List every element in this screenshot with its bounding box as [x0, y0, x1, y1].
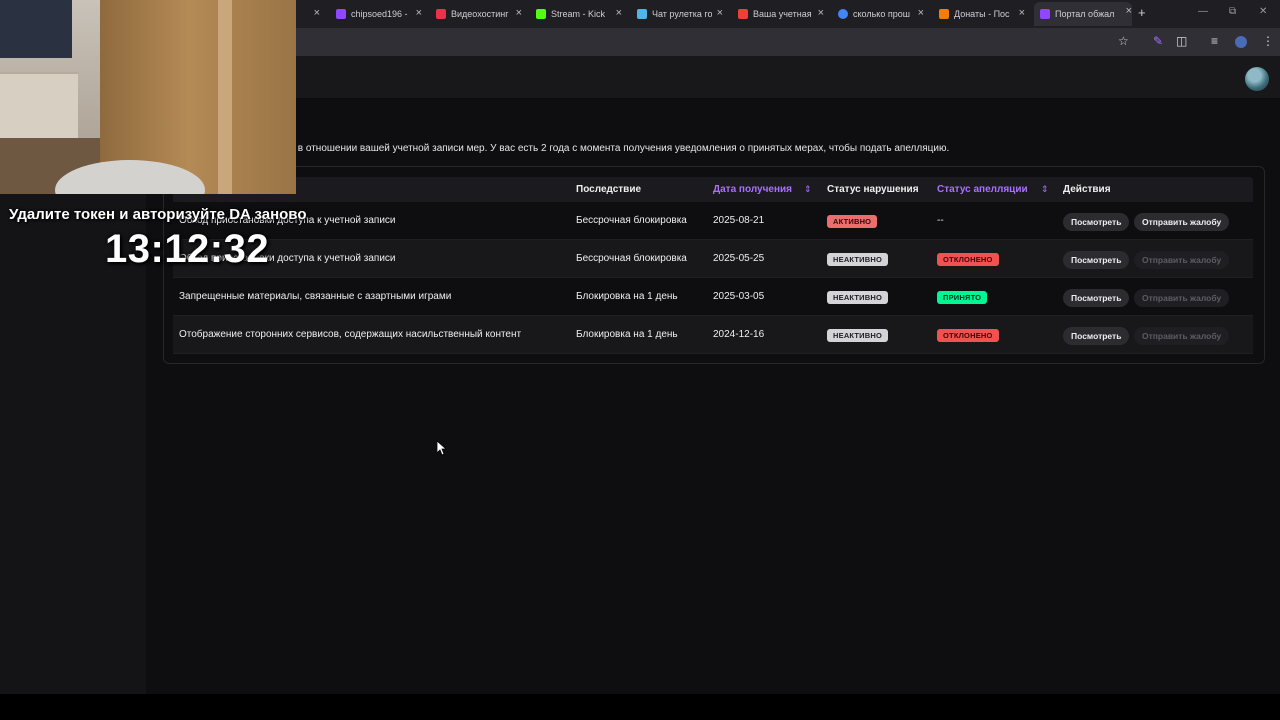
webcam-tv [0, 0, 72, 58]
close-icon[interactable]: × [918, 7, 924, 19]
view-button[interactable]: Посмотреть [1063, 251, 1130, 269]
tab-label: chipsoed196 - [351, 9, 408, 19]
table-row: Обход приостановки доступа к учетной зап… [173, 240, 1253, 278]
table-row: Обход приостановки доступа к учетной зап… [173, 202, 1253, 240]
close-icon[interactable]: × [616, 7, 622, 19]
rutube-icon [436, 9, 446, 19]
violation-status-badge: АКТИВНО [827, 215, 878, 228]
gmail-icon [738, 9, 748, 19]
header-received[interactable]: Дата получения [713, 184, 792, 195]
consequence-cell: Блокировка на 1 день [576, 329, 678, 340]
browser-tab[interactable]: Ваша учетная × [738, 4, 824, 24]
close-icon[interactable]: × [717, 7, 723, 19]
appeal-info-text: х в отношении вашей учетной записи мер. … [290, 143, 950, 154]
twitch-icon [1040, 9, 1050, 19]
submit-complaint-button: Отправить жалобу [1134, 289, 1230, 307]
appeal-status-badge: ОТКЛОНЕНО [937, 329, 999, 342]
kick-icon [536, 9, 546, 19]
view-button[interactable]: Посмотреть [1063, 289, 1130, 307]
browser-tab[interactable]: Донаты - Пос × [939, 4, 1025, 24]
new-tab-button[interactable]: + [1138, 5, 1146, 20]
tab-label: Портал обжал [1055, 9, 1115, 19]
table-row: Отображение сторонних сервисов, содержащ… [173, 316, 1253, 354]
reason-cell: Запрещенные материалы, связанные с азарт… [179, 291, 452, 302]
tab-label: Донаты - Пос [954, 9, 1010, 19]
tab-label: Ваша учетная [753, 9, 812, 19]
close-icon[interactable]: × [818, 7, 824, 19]
browser-tab[interactable]: Чат рулетка го × [637, 4, 723, 24]
submit-complaint-button: Отправить жалобу [1134, 251, 1230, 269]
appeal-status-badge: ОТКЛОНЕНО [937, 253, 999, 266]
close-icon[interactable]: × [314, 7, 320, 19]
browser-tab[interactable]: chipsoed196 - × [336, 4, 422, 24]
screen-bottom-strip [0, 694, 1280, 720]
close-icon[interactable]: × [1126, 5, 1132, 17]
twitch-icon [336, 9, 346, 19]
chat-roulette-icon [637, 9, 647, 19]
browser-tab[interactable]: сколько прош × [838, 4, 924, 24]
table-row: Запрещенные материалы, связанные с азарт… [173, 278, 1253, 316]
stream-overlay-clock: 13:12:32 [105, 227, 270, 271]
sort-icon[interactable]: ⇕ [804, 184, 812, 195]
pen-extension-icon[interactable]: ✎ [1153, 34, 1163, 48]
header-actions: Действия [1063, 184, 1111, 195]
user-avatar[interactable] [1245, 67, 1269, 91]
menu-icon[interactable]: ⋮ [1262, 34, 1274, 48]
violation-status-badge: НЕАКТИВНО [827, 291, 889, 304]
stream-overlay-message: Удалите токен и авторизуйте DA заново [9, 206, 307, 223]
date-cell: 2025-05-25 [713, 253, 765, 264]
violation-status-badge: НЕАКТИВНО [827, 253, 889, 266]
consequence-cell: Бессрочная блокировка [576, 215, 687, 226]
consequence-cell: Бессрочная блокировка [576, 253, 687, 264]
appeal-status-text: -- [937, 215, 944, 226]
extensions-icon[interactable]: ◫ [1176, 34, 1187, 48]
minimize-icon[interactable]: — [1198, 6, 1208, 17]
browser-tab[interactable]: Stream - Kick × [536, 4, 622, 24]
submit-complaint-button: Отправить жалобу [1134, 327, 1230, 345]
restore-icon[interactable]: ⧉ [1229, 6, 1236, 17]
tab-label: Stream - Kick [551, 9, 606, 19]
close-icon[interactable]: × [416, 7, 422, 19]
donationalerts-icon [939, 9, 949, 19]
date-cell: 2025-03-05 [713, 291, 765, 302]
google-icon [838, 9, 848, 19]
view-button[interactable]: Посмотреть [1063, 327, 1130, 345]
date-cell: 2025-08-21 [713, 215, 765, 226]
sort-icon[interactable]: ⇕ [1041, 184, 1049, 195]
enforcements-table: Последствие Дата получения ⇕ Статус нару… [173, 177, 1253, 354]
appeal-status-badge: ПРИНЯТО [937, 291, 988, 304]
table-header: Последствие Дата получения ⇕ Статус нару… [173, 177, 1253, 202]
window-close-icon[interactable]: ✕ [1259, 6, 1267, 17]
submit-complaint-button[interactable]: Отправить жалобу [1134, 213, 1230, 231]
close-icon[interactable]: × [1019, 7, 1025, 19]
tab-label: Чат рулетка го [652, 9, 713, 19]
header-violation-status: Статус нарушения [827, 184, 919, 195]
browser-tab-active[interactable]: Портал обжал × [1034, 2, 1132, 26]
date-cell: 2024-12-16 [713, 329, 765, 340]
close-icon[interactable]: × [516, 7, 522, 19]
webcam-door-edge [218, 0, 232, 194]
violation-status-badge: НЕАКТИВНО [827, 329, 889, 342]
bookmark-star-icon[interactable]: ☆ [1118, 34, 1129, 48]
reason-cell: Отображение сторонних сервисов, содержащ… [179, 329, 522, 340]
header-appeal-status[interactable]: Статус апелляции [937, 184, 1028, 195]
header-consequence: Последствие [576, 184, 642, 195]
media-control-icon[interactable]: ≡ [1211, 34, 1218, 48]
tab-label: сколько прош [853, 9, 910, 19]
webcam-overlay [0, 0, 296, 194]
browser-tab[interactable]: Видеохостинг × [436, 4, 522, 24]
webcam-dresser [0, 72, 78, 140]
consequence-cell: Блокировка на 1 день [576, 291, 678, 302]
tab-label: Видеохостинг [451, 9, 509, 19]
view-button[interactable]: Посмотреть [1063, 213, 1130, 231]
profile-icon[interactable] [1235, 36, 1247, 48]
